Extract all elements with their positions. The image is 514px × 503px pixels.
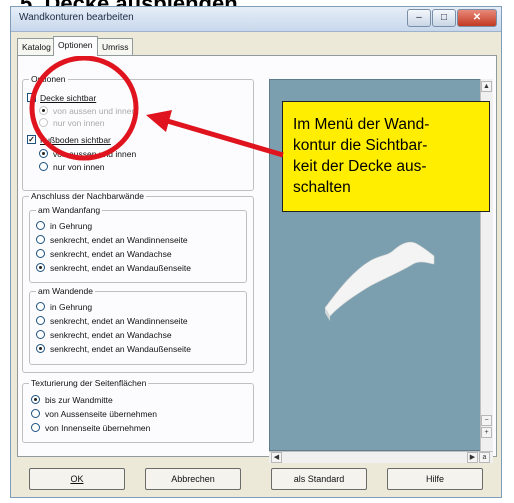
fussboden-sichtbar-checkbox[interactable]: ✓ Fußboden sichtbar — [27, 134, 111, 146]
radio-dot[interactable] — [36, 302, 45, 312]
checkbox-box[interactable]: ✓ — [27, 135, 36, 145]
radio-dot[interactable] — [39, 118, 48, 128]
scroll-right-button[interactable]: ▶ — [467, 452, 478, 463]
callout-text: Im Menü der Wand- kontur die Sichtbar- k… — [293, 116, 430, 196]
wandende-group: am Wandende in Gehrung senkrecht, endet … — [29, 286, 247, 365]
radio-dot[interactable] — [39, 149, 48, 159]
fussboden-sichtbar-label: Fußboden sichtbar — [40, 135, 111, 145]
tab-optionen[interactable]: Optionen — [53, 36, 98, 56]
radio-dot[interactable] — [36, 249, 45, 259]
texturierung-option[interactable]: von Aussenseite übernehmen — [31, 408, 157, 420]
optionen-group: Optionen Decke sichtbar von aussen und i… — [22, 74, 254, 191]
texturierung-group-label: Texturierung der Seitenflächen — [29, 378, 149, 388]
wandende-option[interactable]: senkrecht, endet an Wandachse — [36, 329, 172, 341]
fussboden-radio-aussen-innen[interactable]: von aussen und innen — [39, 148, 136, 160]
radio-dot[interactable] — [39, 106, 48, 116]
radio-dot[interactable] — [31, 409, 40, 419]
title-bar: Wandkonturen bearbeiten – □ ✕ — [11, 7, 501, 32]
tab-umriss[interactable]: Umriss — [97, 38, 134, 55]
zoom-in-button[interactable]: + — [481, 427, 492, 438]
checkbox-box[interactable] — [27, 93, 36, 103]
wandanfang-option[interactable]: senkrecht, endet an Wandinnenseite — [36, 234, 188, 246]
decke-sichtbar-checkbox[interactable]: Decke sichtbar — [27, 92, 96, 104]
ok-button[interactable]: OK — [29, 468, 125, 490]
wandende-label: am Wandende — [36, 286, 95, 296]
wandanfang-option[interactable]: in Gehrung — [36, 220, 92, 232]
wandende-option[interactable]: senkrecht, endet an Wandaußenseite — [36, 343, 191, 355]
radio-dot[interactable] — [36, 235, 45, 245]
fit-view-button[interactable]: a — [479, 452, 490, 463]
wandanfang-option[interactable]: senkrecht, endet an Wandaußenseite — [36, 262, 191, 274]
texturierung-option[interactable]: von Innenseite übernehmen — [31, 422, 150, 434]
preview-horizontal-scrollbar[interactable]: ◀ ▶ a — [269, 451, 493, 463]
window-title: Wandkonturen bearbeiten — [19, 12, 134, 23]
radio-dot[interactable] — [39, 162, 48, 172]
wandende-option[interactable]: in Gehrung — [36, 301, 92, 313]
radio-label: senkrecht, endet an Wandinnenseite — [50, 316, 188, 326]
radio-dot[interactable] — [36, 316, 45, 326]
radio-dot[interactable] — [31, 423, 40, 433]
cancel-button[interactable]: Abbrechen — [145, 468, 241, 490]
scroll-up-button[interactable]: ▲ — [481, 81, 492, 92]
wandanfang-option[interactable]: senkrecht, endet an Wandachse — [36, 248, 172, 260]
wandende-option[interactable]: senkrecht, endet an Wandinnenseite — [36, 315, 188, 327]
default-button[interactable]: als Standard — [271, 468, 367, 490]
radio-label: senkrecht, endet an Wandaußenseite — [50, 344, 191, 354]
radio-dot[interactable] — [36, 330, 45, 340]
radio-dot[interactable] — [36, 221, 45, 231]
radio-label: von aussen und innen — [53, 149, 137, 159]
radio-label: in Gehrung — [50, 302, 93, 312]
radio-label: senkrecht, endet an Wandinnenseite — [50, 235, 188, 245]
radio-dot[interactable] — [36, 263, 45, 273]
radio-label: in Gehrung — [50, 221, 93, 231]
ok-label: OK — [70, 474, 84, 484]
radio-label: bis zur Wandmitte — [45, 395, 113, 405]
radio-dot[interactable] — [31, 395, 40, 405]
wandanfang-group: am Wandanfang in Gehrung senkrecht, ende… — [29, 205, 247, 283]
fussboden-radio-nur-innen[interactable]: nur von innen — [39, 161, 105, 173]
close-button[interactable]: ✕ — [457, 9, 497, 27]
radio-label: nur von innen — [53, 162, 105, 172]
radio-label: senkrecht, endet an Wandachse — [50, 249, 172, 259]
tab-katalog[interactable]: Katalog — [17, 38, 56, 55]
help-button[interactable]: Hilfe — [387, 468, 483, 490]
wandkonturen-dialog: Wandkonturen bearbeiten – □ ✕ Katalog Op… — [10, 6, 502, 498]
decke-radio-aussen-innen[interactable]: von aussen und innen — [39, 105, 136, 117]
radio-label: von aussen und innen — [53, 106, 137, 116]
decke-radio-nur-innen[interactable]: nur von innen — [39, 117, 105, 129]
minimize-button[interactable]: – — [407, 9, 431, 27]
radio-label: von Innenseite übernehmen — [45, 423, 151, 433]
maximize-button[interactable]: □ — [432, 9, 456, 27]
texturierung-group: Texturierung der Seitenflächen bis zur W… — [22, 378, 254, 443]
texturierung-option[interactable]: bis zur Wandmitte — [31, 394, 113, 406]
instruction-callout: Im Menü der Wand- kontur die Sichtbar- k… — [282, 101, 490, 212]
decke-sichtbar-label: Decke sichtbar — [40, 93, 97, 103]
radio-label: senkrecht, endet an Wandaußenseite — [50, 263, 191, 273]
radio-label: von Aussenseite übernehmen — [45, 409, 157, 419]
wandanfang-label: am Wandanfang — [36, 205, 103, 215]
optionen-group-label: Optionen — [29, 74, 68, 84]
anschluss-group-label: Anschluss der Nachbarwände — [29, 191, 146, 201]
radio-dot[interactable] — [36, 344, 45, 354]
anschluss-group: Anschluss der Nachbarwände am Wandanfang… — [22, 191, 254, 373]
radio-label: senkrecht, endet an Wandachse — [50, 330, 172, 340]
scroll-left-button[interactable]: ◀ — [271, 452, 282, 463]
radio-label: nur von innen — [53, 118, 105, 128]
zoom-out-button[interactable]: − — [481, 415, 492, 426]
